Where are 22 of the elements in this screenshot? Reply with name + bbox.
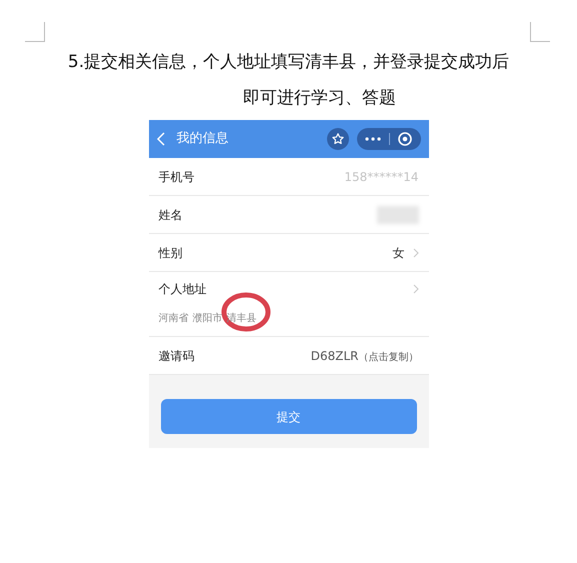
crop-mark bbox=[25, 22, 45, 42]
field-label: 姓名 bbox=[158, 206, 182, 224]
field-label: 个人地址 bbox=[158, 281, 206, 298]
field-value: 女 bbox=[392, 244, 404, 262]
page-title: 我的信息 bbox=[176, 130, 228, 148]
crop-mark bbox=[530, 22, 550, 42]
chevron-right-icon bbox=[412, 248, 418, 258]
address-part: 河南省 bbox=[158, 313, 188, 324]
field-label: 性别 bbox=[158, 244, 182, 262]
instruction-text: 即可进行学习、答题 bbox=[242, 87, 396, 110]
instruction-text: 5.提交相关信息，个人地址填写清丰县，并登录提交成功后 bbox=[68, 51, 510, 74]
capsule-menu[interactable] bbox=[356, 128, 420, 150]
favorite-button[interactable] bbox=[326, 128, 348, 150]
field-value: 158******14 bbox=[344, 168, 418, 186]
address-part: 濮阳市 bbox=[192, 313, 222, 324]
back-icon[interactable] bbox=[156, 132, 164, 146]
field-label: 手机号 bbox=[158, 168, 194, 186]
star-icon bbox=[330, 132, 344, 146]
chevron-right-icon bbox=[412, 284, 418, 294]
field-label: 邀请码 bbox=[158, 348, 194, 364]
redacted-value bbox=[376, 206, 418, 224]
field-value[interactable]: D68ZLR（点击复制） bbox=[310, 346, 418, 364]
